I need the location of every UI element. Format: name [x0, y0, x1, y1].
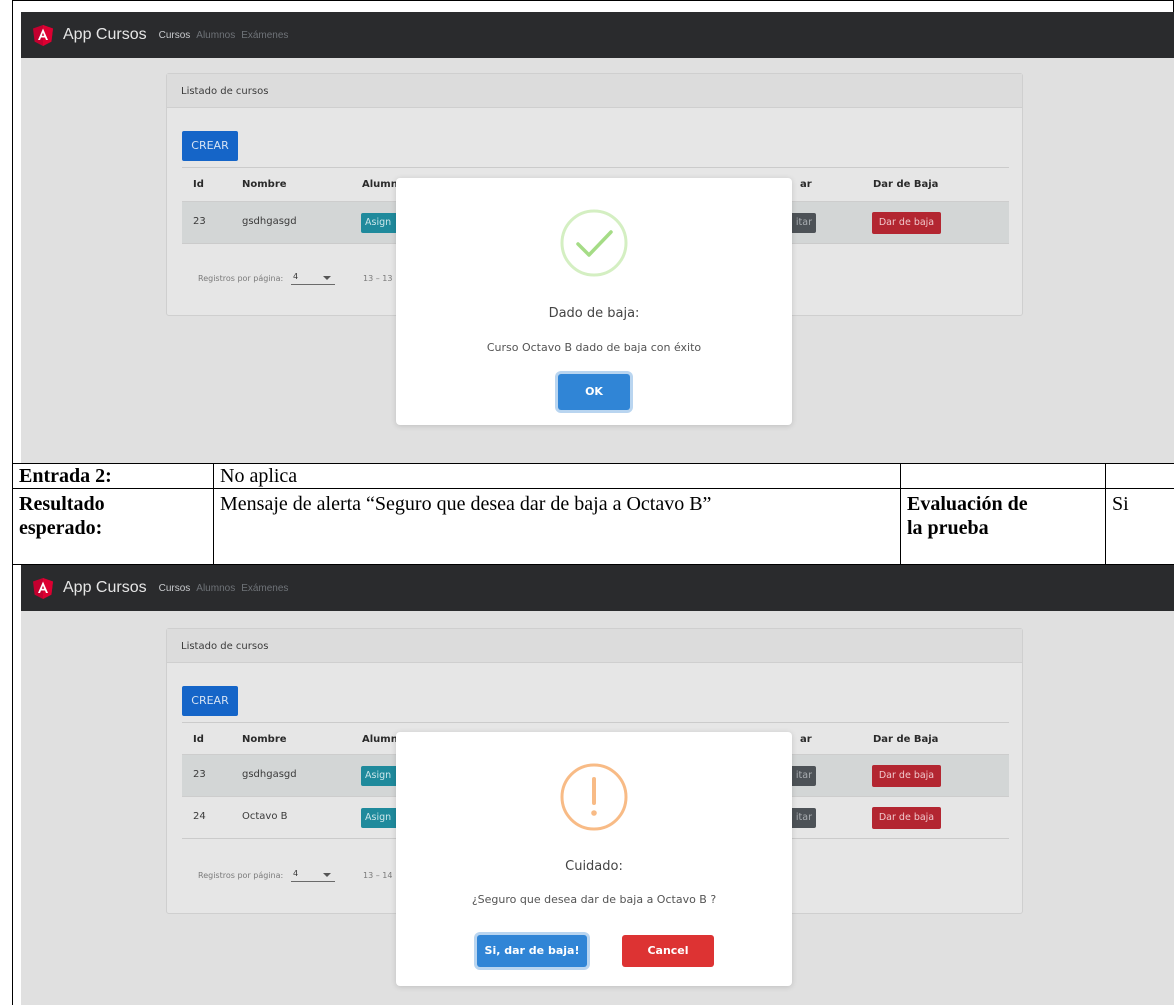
nav-link-alumnos[interactable]: Alumnos	[196, 30, 235, 41]
column-header-dar-de-baja: Dar de Baja	[873, 179, 939, 190]
dar-de-baja-button[interactable]: Dar de baja	[872, 765, 941, 787]
app-brand[interactable]: App Cursos	[63, 579, 147, 597]
row-nombre: Octavo B	[242, 811, 288, 822]
page-size-value: 4	[293, 272, 299, 281]
column-header-dar-de-baja: Dar de Baja	[873, 734, 939, 745]
editar-button[interactable]: itar	[792, 766, 816, 786]
nav-link-cursos[interactable]: Cursos	[159, 583, 191, 594]
entrada-value-cell: No aplica	[214, 464, 901, 489]
dialog-message: Curso Octavo B dado de baja con éxito	[486, 341, 702, 354]
row-id: 24	[193, 811, 206, 822]
resultado-value: Mensaje de alerta “Seguro que desea dar …	[220, 493, 712, 515]
warning-exclamation-icon	[560, 763, 628, 831]
resultado-value-cell: Mensaje de alerta “Seguro que desea dar …	[214, 489, 901, 565]
navbar: App Cursos Cursos Alumnos Exámenes	[21, 565, 1174, 611]
column-header-editar: ar	[800, 734, 812, 745]
entrada-value: No aplica	[220, 465, 298, 487]
asignar-button[interactable]: Asign	[361, 766, 397, 786]
card-title: Listado de cursos	[167, 74, 1022, 108]
column-header-id: Id	[193, 179, 204, 190]
success-check-icon	[560, 209, 628, 277]
app-screenshot-success: App Cursos Cursos Alumnos Exámenes Lista…	[21, 12, 1174, 463]
navbar: App Cursos Cursos Alumnos Exámenes	[21, 12, 1174, 58]
page-backdrop: Listado de cursos CREAR Id Nombre Alumnc…	[21, 611, 1174, 1005]
asignar-button[interactable]: Asign	[361, 213, 397, 233]
chevron-down-icon	[323, 276, 331, 280]
column-header-nombre: Nombre	[242, 734, 287, 745]
empty-cell	[1106, 464, 1174, 489]
pager-range: 13 – 14	[363, 871, 393, 880]
evaluacion-label-cell: Evaluación de la prueba	[901, 489, 1106, 565]
row-id: 23	[193, 769, 206, 780]
editar-button[interactable]: itar	[792, 213, 816, 233]
page-backdrop: Listado de cursos CREAR Id Nombre Alumnc…	[21, 58, 1174, 463]
crear-button[interactable]: CREAR	[182, 131, 238, 161]
angular-logo-icon	[33, 24, 53, 46]
row-nombre: gsdhgasgd	[242, 216, 297, 227]
table-divider	[182, 167, 1009, 168]
evaluacion-value-cell: Si	[1106, 489, 1174, 565]
app-brand[interactable]: App Cursos	[63, 26, 147, 44]
nav-link-examenes[interactable]: Exámenes	[241, 30, 288, 41]
table-divider	[182, 722, 1009, 723]
success-dialog: Dado de baja: Curso Octavo B dado de baj…	[396, 178, 792, 425]
empty-cell	[901, 464, 1106, 489]
pager-range: 13 – 13	[363, 274, 393, 283]
dialog-title: Dado de baja:	[548, 306, 640, 321]
entrada-label: Entrada 2:	[19, 465, 112, 487]
confirm-dialog: Cuidado: ¿Seguro que desea dar de baja a…	[396, 732, 792, 986]
page-size-select[interactable]: 4	[291, 272, 335, 285]
page-size-select[interactable]: 4	[291, 869, 335, 882]
column-header-id: Id	[193, 734, 204, 745]
cancel-button[interactable]: Cancel	[622, 935, 714, 967]
resultado-label-line2: esperado:	[19, 517, 103, 539]
page-size-value: 4	[293, 869, 299, 878]
angular-logo-icon	[33, 577, 53, 599]
app-screenshot-confirm: App Cursos Cursos Alumnos Exámenes Lista…	[21, 565, 1174, 1005]
chevron-down-icon	[323, 873, 331, 877]
entrada-label-cell: Entrada 2:	[13, 464, 214, 489]
row-nombre: gsdhgasgd	[242, 769, 297, 780]
nav-link-alumnos[interactable]: Alumnos	[196, 583, 235, 594]
dialog-title: Cuidado:	[565, 859, 623, 874]
resultado-label-cell: Resultado esperado:	[13, 489, 214, 565]
evaluacion-label-line1: Evaluación de	[907, 493, 1028, 515]
editar-button[interactable]: itar	[792, 808, 816, 828]
column-header-editar: ar	[800, 179, 812, 190]
column-header-nombre: Nombre	[242, 179, 287, 190]
ok-button[interactable]: OK	[558, 374, 630, 410]
row-id: 23	[193, 216, 206, 227]
resultado-label-line1: Resultado	[19, 493, 105, 515]
test-case-table: Entrada 2: No aplica Resultado esperado:…	[12, 463, 1174, 565]
pager-label: Registros por página:	[198, 274, 284, 283]
evaluacion-value: Si	[1112, 493, 1129, 515]
nav-link-cursos[interactable]: Cursos	[159, 30, 191, 41]
confirm-delete-button[interactable]: Si, dar de baja!	[477, 935, 587, 967]
crear-button[interactable]: CREAR	[182, 686, 238, 716]
dialog-message: ¿Seguro que desea dar de baja a Octavo B…	[471, 893, 717, 906]
pager-label: Registros por página:	[198, 871, 284, 880]
card-title: Listado de cursos	[167, 629, 1022, 663]
dar-de-baja-button[interactable]: Dar de baja	[872, 807, 941, 829]
asignar-button[interactable]: Asign	[361, 808, 397, 828]
nav-link-examenes[interactable]: Exámenes	[241, 583, 288, 594]
evaluacion-label-line2: la prueba	[907, 517, 989, 539]
dar-de-baja-button[interactable]: Dar de baja	[872, 212, 941, 234]
